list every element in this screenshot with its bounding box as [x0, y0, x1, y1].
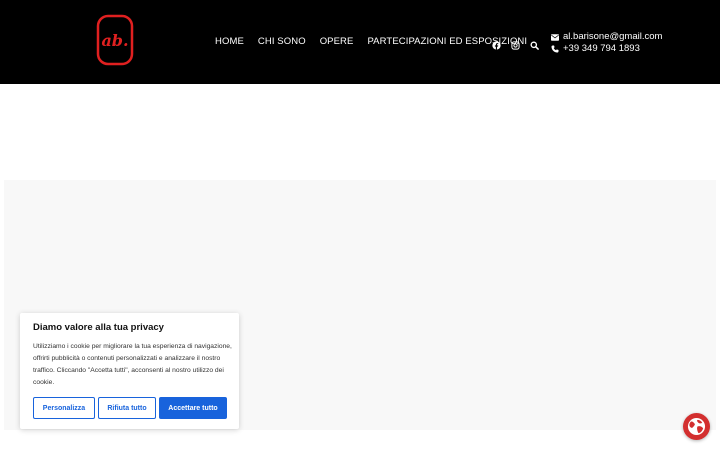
cookie-consent-banner: Diamo valore alla tua privacy Utilizziam… — [20, 313, 239, 429]
accept-all-button[interactable]: Accettare tutto — [159, 397, 227, 419]
cookie-title: Diamo valore alla tua privacy — [33, 322, 164, 333]
phone-row[interactable]: +39 349 794 1893 — [551, 43, 662, 55]
logo-text: ab. — [101, 31, 128, 50]
customize-button[interactable]: Personalizza — [33, 397, 95, 419]
globe-icon — [687, 417, 706, 436]
cookie-text: Utilizziamo i cookie per migliorare la t… — [33, 343, 232, 386]
phone-icon — [551, 45, 559, 53]
facebook-icon[interactable] — [492, 37, 501, 50]
site-header: ab. HOME CHI SONO OPERE PARTECIPAZIONI E… — [0, 0, 720, 84]
email-text: al.barisone@gmail.com — [563, 31, 663, 42]
nav-item-home[interactable]: HOME — [215, 36, 244, 48]
search-icon[interactable] — [530, 37, 539, 50]
instagram-icon[interactable] — [511, 37, 520, 50]
social-links — [492, 37, 549, 50]
nav-item-chi-sono[interactable]: CHI SONO — [258, 36, 306, 48]
reject-all-button[interactable]: Rifiuta tutto — [98, 397, 156, 419]
phone-text: +39 349 794 1893 — [563, 43, 640, 54]
nav-item-opere[interactable]: OPERE — [320, 36, 354, 48]
email-row[interactable]: al.barisone@gmail.com — [551, 31, 662, 43]
contact-info: al.barisone@gmail.com +39 349 794 1893 — [551, 31, 662, 55]
site-logo[interactable]: ab. — [96, 14, 134, 66]
envelope-icon — [551, 33, 559, 41]
language-globe-button[interactable] — [683, 413, 710, 440]
